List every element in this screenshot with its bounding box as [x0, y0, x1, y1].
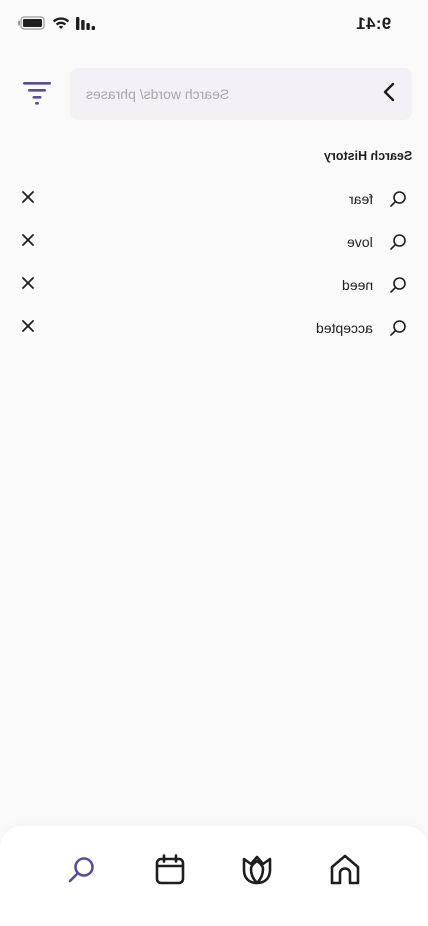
close-icon — [21, 319, 35, 338]
remove-history-button[interactable] — [18, 189, 38, 209]
history-item-accepted[interactable]: accepted — [0, 306, 428, 349]
history-item-love[interactable]: love — [0, 220, 428, 263]
filter-icon — [21, 79, 53, 110]
remove-history-button[interactable] — [18, 232, 38, 252]
back-button[interactable] — [376, 81, 402, 107]
status-icons — [18, 16, 96, 35]
remove-history-button[interactable] — [18, 275, 38, 295]
history-item-text: need — [341, 277, 373, 293]
calendar-icon — [153, 853, 187, 892]
bottom-nav — [0, 826, 428, 926]
nav-item-lotus[interactable] — [235, 850, 279, 894]
filter-button[interactable] — [18, 78, 56, 110]
status-time: 9:41 — [356, 14, 391, 34]
battery-icon — [18, 16, 46, 35]
search-icon — [388, 318, 408, 338]
history-item-fear[interactable]: fear — [0, 177, 428, 220]
search-history-title-text: Search History — [323, 149, 412, 163]
search-bar — [70, 68, 412, 120]
history-item-text: fear — [348, 191, 373, 207]
close-icon — [21, 233, 35, 252]
status-time-text: 9:41 — [356, 14, 392, 33]
search-icon — [388, 275, 408, 295]
chevron-right-icon — [382, 82, 396, 107]
search-input[interactable] — [78, 68, 368, 120]
home-icon — [328, 853, 362, 892]
status-bar: 9:41 — [0, 0, 428, 50]
nav-item-calendar[interactable] — [148, 850, 192, 894]
search-icon — [388, 189, 408, 209]
signal-icon — [76, 16, 96, 35]
remove-history-button[interactable] — [18, 318, 38, 338]
close-icon — [21, 276, 35, 295]
search-icon — [388, 232, 408, 252]
close-icon — [21, 190, 35, 209]
nav-item-home[interactable] — [323, 850, 367, 894]
history-item-label: fear — [349, 191, 373, 207]
history-item-label: accepted — [316, 320, 373, 336]
history-item-label: need — [342, 277, 373, 293]
history-item-text: accepted — [316, 320, 373, 336]
search-history-list: fear love need accepted — [0, 177, 428, 349]
wifi-icon — [52, 16, 70, 35]
search-icon — [66, 854, 98, 891]
lotus-icon — [240, 853, 274, 892]
search-history-title: Search History — [324, 149, 412, 163]
history-item-text: love — [347, 234, 373, 250]
nav-item-search[interactable] — [60, 850, 104, 894]
history-item-label: love — [347, 234, 373, 250]
history-item-need[interactable]: need — [0, 263, 428, 306]
